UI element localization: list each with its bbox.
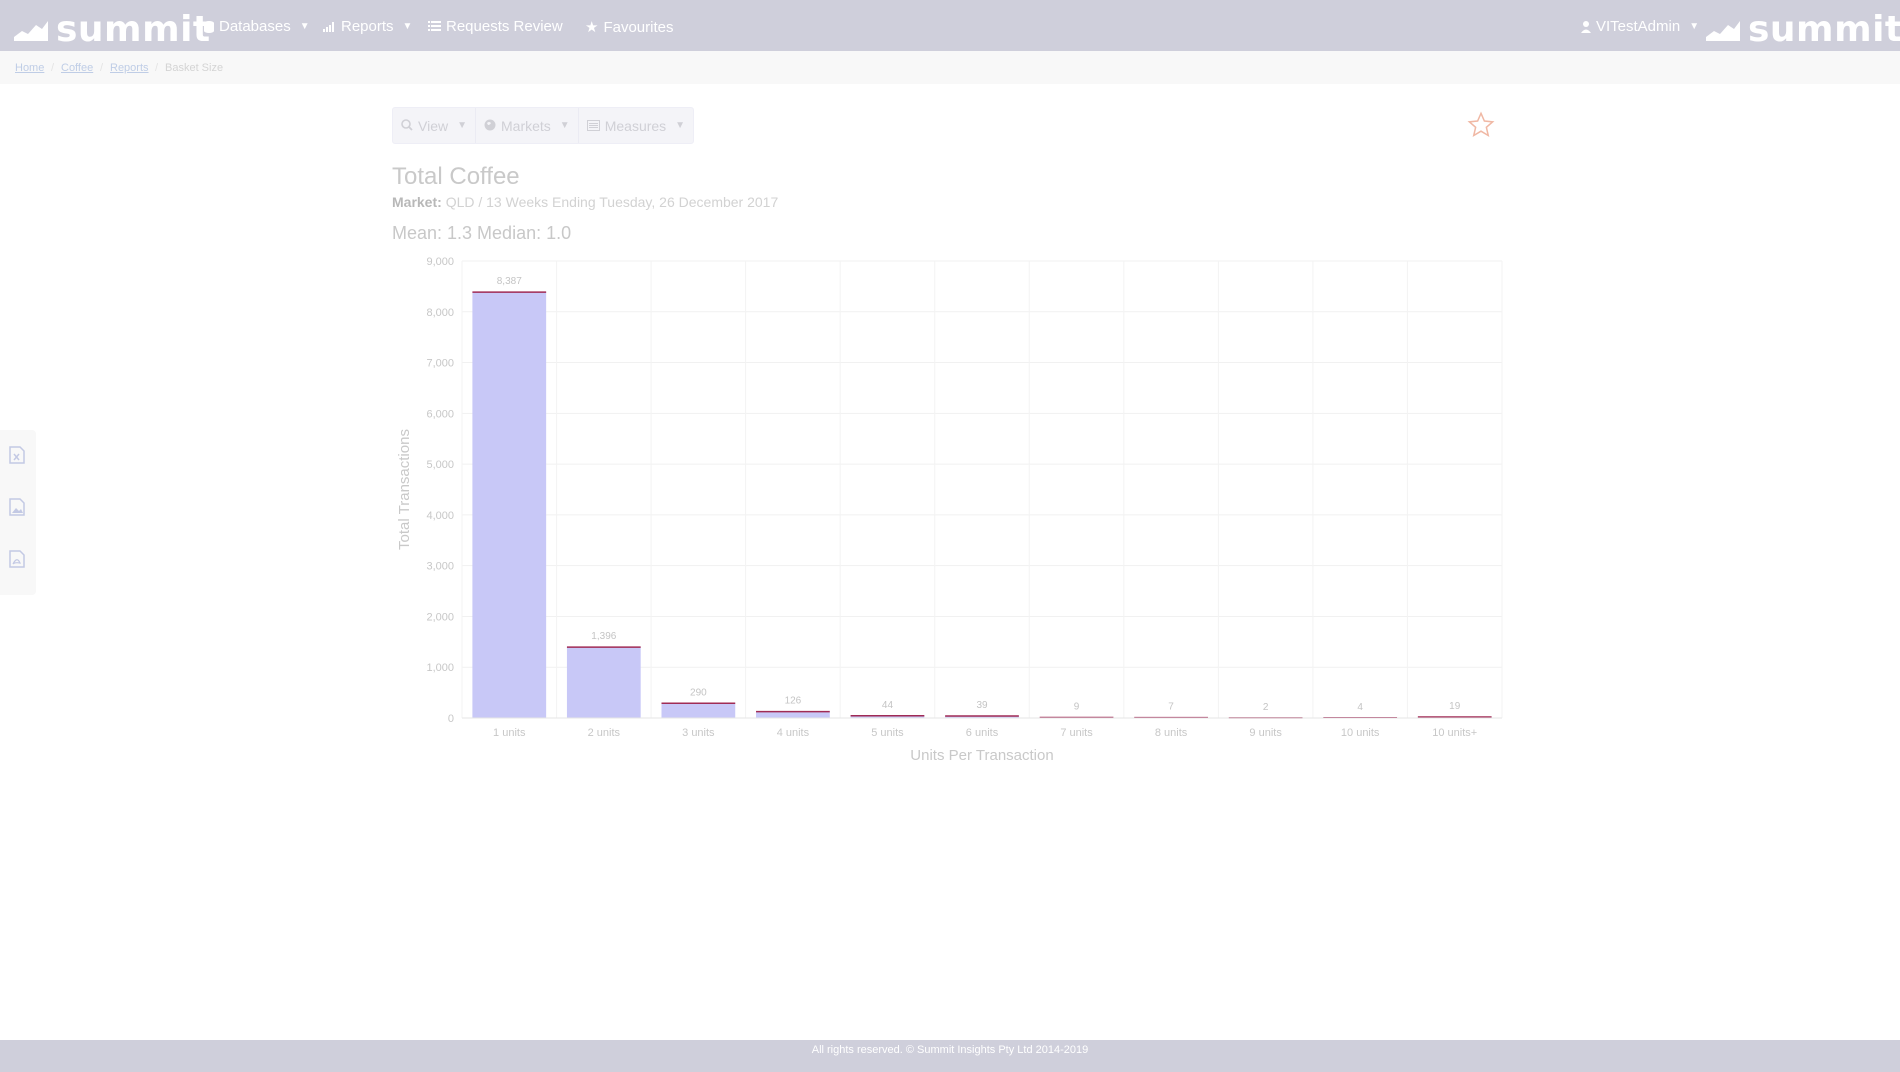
export-excel-icon[interactable] xyxy=(7,446,27,466)
data-label: 8,387 xyxy=(497,276,522,287)
data-label: 2 xyxy=(1263,702,1269,713)
x-tick-label: 9 units xyxy=(1249,727,1282,739)
breadcrumb-separator: / xyxy=(51,62,55,74)
report-toolbar: View ▼ Markets ▼ Measures ▼ xyxy=(392,107,695,144)
basket-size-bar-chart: 0 1,000 2,000 3,000 4,000 5,000 6,000 7,000 8,00… xyxy=(396,256,1503,764)
data-label: 39 xyxy=(976,700,988,711)
breadcrumb-coffee[interactable]: Coffee xyxy=(61,62,93,74)
view-label: View xyxy=(418,117,449,134)
footer-text: All rights reserved. © Summit Insights P… xyxy=(811,1044,1089,1056)
nav-databases-label: Databases xyxy=(219,18,291,35)
brand-name-right: summit xyxy=(1748,9,1900,50)
markets-label: Markets xyxy=(501,117,551,134)
mountain-logo-icon xyxy=(14,20,48,41)
y-tick-label: 4,000 xyxy=(426,510,454,522)
user-icon xyxy=(1581,20,1591,33)
export-image-icon[interactable] xyxy=(7,498,27,518)
user-name: VITestAdmin xyxy=(1596,18,1681,35)
y-tick-label: 8,000 xyxy=(426,307,454,319)
x-tick-label: 10 units xyxy=(1341,727,1380,739)
y-tick-label: 2,000 xyxy=(426,611,454,623)
bar xyxy=(756,711,830,718)
nav-requests-review-label: Requests Review xyxy=(446,18,563,35)
x-tick-label: 3 units xyxy=(682,727,715,739)
measures-label: Measures xyxy=(604,117,667,134)
x-tick-label: 6 units xyxy=(966,727,999,739)
caret-down-icon: ▼ xyxy=(457,120,467,131)
data-label: 126 xyxy=(785,696,802,707)
caret-down-icon: ▼ xyxy=(402,21,413,32)
data-label: 290 xyxy=(690,687,707,698)
data-label: 9 xyxy=(1074,702,1080,713)
top-navbar: summit Databases ▼ Reports ▼ Requests Re… xyxy=(0,0,1900,51)
bar xyxy=(472,292,547,718)
data-label: 44 xyxy=(882,700,894,711)
search-icon xyxy=(401,118,413,134)
star-icon: ★ xyxy=(585,19,599,36)
nav-reports-label: Reports xyxy=(341,18,394,35)
x-tick-label: 4 units xyxy=(777,727,810,739)
nav-favourites-label: Favourites xyxy=(603,18,674,36)
y-axis-title: Total Transactions xyxy=(396,429,413,550)
export-pdf-icon[interactable] xyxy=(7,550,27,570)
report-stats: Mean: 1.3 Median: 1.0 xyxy=(392,223,572,243)
breadcrumb xyxy=(0,51,1900,84)
brand-name: summit xyxy=(56,9,211,50)
x-axis-title: Units Per Transaction xyxy=(910,747,1053,764)
markets-dropdown-button[interactable]: Markets ▼ xyxy=(476,108,579,143)
y-tick-label: 3,000 xyxy=(426,561,454,573)
y-tick-label: 0 xyxy=(448,713,454,725)
y-tick-label: 1,000 xyxy=(426,662,454,674)
data-label: 7 xyxy=(1168,702,1174,713)
market-line: Market: QLD / 13 Weeks Ending Tuesday, 2… xyxy=(392,194,778,210)
list-alt-icon xyxy=(586,118,600,134)
x-tick-label: 7 units xyxy=(1060,727,1093,739)
caret-down-icon: ▼ xyxy=(299,21,310,32)
database-icon xyxy=(204,20,214,33)
nav-reports[interactable]: Reports ▼ xyxy=(323,18,412,35)
globe-icon xyxy=(484,118,496,134)
favourite-star-icon[interactable] xyxy=(1467,111,1495,139)
caret-down-icon: ▼ xyxy=(675,120,686,131)
footer: All rights reserved. © Summit Insights P… xyxy=(0,1040,1900,1072)
x-tick-label: 5 units xyxy=(871,727,904,739)
nav-databases[interactable]: Databases ▼ xyxy=(204,18,310,35)
mountain-logo-icon xyxy=(1706,20,1740,41)
caret-down-icon: ▼ xyxy=(559,120,570,131)
x-tick-label: 10 units+ xyxy=(1432,727,1477,739)
export-toolbar xyxy=(0,430,36,595)
market-value: QLD / 13 Weeks Ending Tuesday, 26 Decemb… xyxy=(445,194,779,210)
breadcrumb-current: Basket Size xyxy=(165,62,224,74)
brand-logo-right: summit xyxy=(1706,9,1900,50)
market-label: Market: xyxy=(392,194,442,210)
measures-dropdown-button[interactable]: Measures ▼ xyxy=(579,108,693,143)
nav-favourites[interactable]: ★ Favourites xyxy=(585,18,674,37)
report-title: Total Coffee xyxy=(392,163,520,190)
bar xyxy=(661,703,736,718)
caret-down-icon: ▼ xyxy=(1689,21,1700,32)
bar-chart-icon xyxy=(323,21,334,32)
breadcrumb-reports[interactable]: Reports xyxy=(110,62,149,74)
breadcrumb-separator: / xyxy=(155,62,159,74)
brand-logo[interactable]: summit xyxy=(14,9,211,50)
view-dropdown-button[interactable]: View ▼ xyxy=(393,108,476,143)
x-tick-label: 2 units xyxy=(588,727,621,739)
x-tick-label: 8 units xyxy=(1155,727,1188,739)
data-label: 1,396 xyxy=(591,631,616,642)
y-tick-label: 5,000 xyxy=(426,459,454,471)
y-tick-label: 6,000 xyxy=(426,408,454,420)
list-icon xyxy=(428,21,441,31)
y-tick-label: 9,000 xyxy=(426,256,454,268)
breadcrumb-home[interactable]: Home xyxy=(15,62,44,74)
bar xyxy=(566,647,641,718)
data-label: 19 xyxy=(1449,701,1461,712)
nav-requests-review[interactable]: Requests Review xyxy=(428,18,563,35)
data-label: 4 xyxy=(1357,702,1363,713)
user-menu[interactable]: VITestAdmin ▼ xyxy=(1581,18,1699,35)
breadcrumb-separator: / xyxy=(100,62,104,74)
y-tick-label: 7,000 xyxy=(426,358,454,370)
x-tick-label: 1 units xyxy=(493,727,526,739)
